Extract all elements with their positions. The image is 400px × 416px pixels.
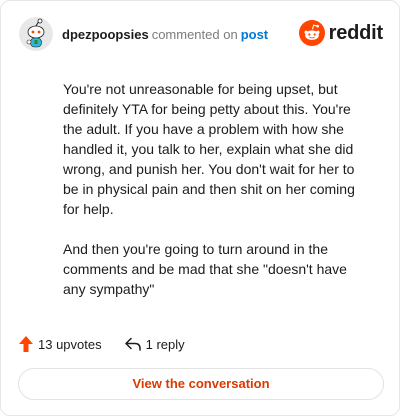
- comment-footer: 13 upvotes 1 reply: [18, 334, 207, 354]
- comment-paragraph: You're not unreasonable for being upset,…: [63, 81, 355, 217]
- comment-body: You're not unreasonable for being upset,…: [63, 79, 369, 319]
- view-conversation-button[interactable]: View the conversation: [18, 368, 384, 400]
- upvotes-count[interactable]: 13 upvotes: [18, 335, 102, 353]
- reddit-brand[interactable]: reddit: [298, 19, 384, 47]
- snoo-avatar-icon[interactable]: [19, 17, 53, 51]
- reddit-logo-icon: [298, 20, 325, 46]
- upvotes-label: 13 upvotes: [38, 336, 102, 352]
- reddit-wordmark: reddit: [328, 21, 384, 44]
- reply-label: 1 reply: [145, 336, 185, 352]
- comment-byline: dpezpoopsies commented on post: [62, 27, 268, 42]
- byline-action-text: commented on: [151, 27, 238, 42]
- reply-count[interactable]: 1 reply: [124, 336, 185, 352]
- username-link[interactable]: dpezpoopsies: [62, 27, 149, 42]
- embedded-comment-card: dpezpoopsies commented on post reddit Yo…: [0, 0, 400, 416]
- comment-paragraph: And then you're going to turn around in …: [63, 241, 347, 297]
- reply-arrow-icon: [124, 337, 141, 351]
- upvote-arrow-icon: [19, 336, 33, 352]
- post-link[interactable]: post: [241, 27, 268, 42]
- comment-header: dpezpoopsies commented on post reddit: [19, 17, 383, 53]
